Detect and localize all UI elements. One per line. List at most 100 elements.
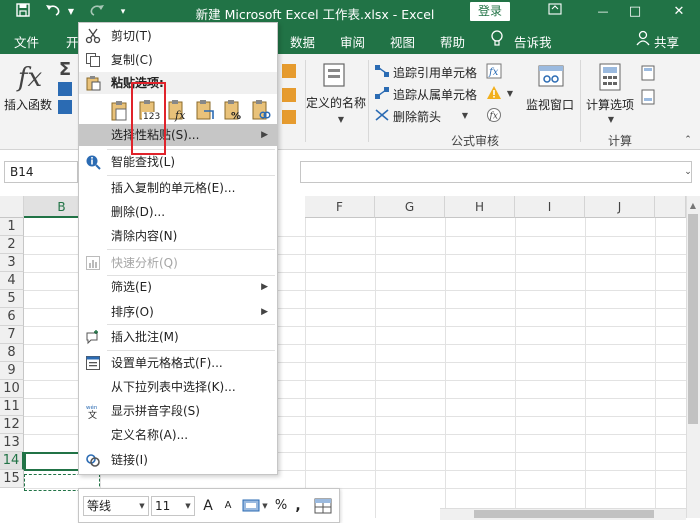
- restore-button[interactable]: □: [618, 0, 652, 24]
- define-name-button[interactable]: 定义的名称: [306, 94, 366, 111]
- column-header-g[interactable]: G: [375, 196, 445, 218]
- row-header[interactable]: 1: [0, 218, 24, 236]
- column-header-j[interactable]: J: [585, 196, 655, 218]
- ribbon-display-icon[interactable]: [538, 0, 572, 24]
- row-header[interactable]: 5: [0, 290, 24, 308]
- number-format-dropdown-icon[interactable]: ▼: [261, 501, 269, 511]
- customize-toolbar-icon[interactable]: ▾: [114, 3, 132, 21]
- menu-item-smart-lookup[interactable]: 智能查找(L): [79, 151, 277, 173]
- menu-item-insert-copied[interactable]: 插入复制的单元格(E)...: [79, 177, 277, 199]
- row-header[interactable]: 11: [0, 398, 24, 416]
- more-function-icon[interactable]: [282, 88, 296, 102]
- calculation-options-icon[interactable]: [596, 62, 624, 92]
- paste-formatting-icon[interactable]: %: [223, 99, 245, 123]
- minimize-button[interactable]: —: [586, 0, 620, 24]
- close-button[interactable]: ✕: [662, 0, 696, 24]
- column-header-next[interactable]: [655, 196, 686, 218]
- autosum-icon[interactable]: Σ: [56, 59, 74, 80]
- menu-item-format-cells[interactable]: 设置单元格格式(F)...: [79, 352, 277, 374]
- show-formulas-icon[interactable]: fx: [485, 62, 503, 80]
- paste-link-icon[interactable]: [251, 99, 273, 123]
- menu-item-copy[interactable]: 复制(C): [79, 49, 277, 71]
- row-header[interactable]: 13: [0, 434, 24, 452]
- column-header-f[interactable]: F: [305, 196, 375, 218]
- error-checking-icon[interactable]: [485, 84, 503, 102]
- row-header[interactable]: 10: [0, 380, 24, 398]
- select-all-corner[interactable]: [0, 196, 24, 218]
- paste-all-icon[interactable]: [109, 99, 131, 123]
- menu-item-define-name[interactable]: 定义名称(A)...: [79, 424, 277, 446]
- remove-arrows-button[interactable]: 删除箭头: [393, 108, 441, 125]
- row-header[interactable]: 4: [0, 272, 24, 290]
- increase-font-button[interactable]: A: [201, 496, 215, 516]
- paste-formulas-icon[interactable]: fx: [167, 99, 189, 123]
- format-painter-icon[interactable]: [313, 497, 333, 515]
- share-button[interactable]: 共享: [654, 32, 679, 51]
- scroll-up-icon[interactable]: ▲: [688, 200, 698, 210]
- tab-help[interactable]: 帮助: [440, 32, 465, 51]
- trace-dependents-icon[interactable]: [374, 86, 390, 100]
- math-function-icon[interactable]: [282, 64, 296, 78]
- tab-data[interactable]: 数据: [290, 32, 315, 51]
- redo-icon[interactable]: [88, 3, 106, 21]
- recent-function-icon[interactable]: [58, 82, 72, 96]
- calculate-now-icon[interactable]: [640, 64, 656, 82]
- number-format-icon[interactable]: [241, 497, 261, 515]
- financial-function-icon[interactable]: [58, 100, 72, 114]
- calculate-sheet-icon[interactable]: [640, 88, 656, 106]
- row-header[interactable]: 2: [0, 236, 24, 254]
- expand-formula-bar-icon[interactable]: ⌄: [682, 166, 694, 178]
- user-icon[interactable]: [636, 30, 650, 49]
- remove-arrows-dropdown-icon[interactable]: ▼: [460, 110, 470, 120]
- row-header[interactable]: 9: [0, 362, 24, 380]
- menu-item-filter[interactable]: 筛选(E) ▶: [79, 276, 277, 298]
- menu-item-delete[interactable]: 删除(D)...: [79, 201, 277, 223]
- watch-window-button[interactable]: 监视窗口: [526, 96, 574, 113]
- tell-me-search[interactable]: 告诉我: [514, 32, 552, 51]
- trace-precedents-icon[interactable]: [374, 64, 390, 78]
- row-header[interactable]: 3: [0, 254, 24, 272]
- scrollbar-thumb[interactable]: [688, 214, 698, 424]
- column-header-i[interactable]: I: [515, 196, 585, 218]
- define-name-icon[interactable]: [320, 60, 350, 90]
- row-header[interactable]: 8: [0, 344, 24, 362]
- name-box[interactable]: B14: [4, 161, 78, 183]
- horizontal-scrollbar-thumb[interactable]: [474, 510, 654, 518]
- calculation-options-dropdown-icon[interactable]: ▼: [606, 114, 616, 124]
- row-header[interactable]: 6: [0, 308, 24, 326]
- comma-style-button[interactable]: ,: [293, 496, 303, 516]
- formula-input[interactable]: [300, 161, 692, 183]
- insert-function-button[interactable]: 插入函数: [4, 96, 52, 113]
- percent-style-button[interactable]: %: [273, 496, 289, 516]
- menu-item-insert-comment[interactable]: 插入批注(M): [79, 326, 277, 348]
- define-name-dropdown-icon[interactable]: ▼: [336, 114, 346, 124]
- save-icon[interactable]: [14, 3, 32, 21]
- menu-item-pick-from-list[interactable]: 从下拉列表中选择(K)...: [79, 376, 277, 398]
- row-header-selected[interactable]: 14: [0, 452, 24, 470]
- column-header-h[interactable]: H: [445, 196, 515, 218]
- font-dropdown-icon[interactable]: ▼: [137, 501, 147, 511]
- watch-window-icon[interactable]: [536, 62, 566, 92]
- lightbulb-icon[interactable]: [490, 29, 504, 50]
- tab-view[interactable]: 视图: [390, 32, 415, 51]
- trace-precedents-button[interactable]: 追踪引用单元格: [393, 64, 477, 81]
- menu-item-cut[interactable]: 剪切(T): [79, 25, 277, 47]
- menu-item-sort[interactable]: 排序(O) ▶: [79, 301, 277, 323]
- collapse-ribbon-icon[interactable]: ⌃: [682, 134, 694, 146]
- insert-function-icon[interactable]: fx: [14, 62, 46, 94]
- decrease-font-button[interactable]: A: [221, 496, 235, 516]
- trace-dependents-button[interactable]: 追踪从属单元格: [393, 86, 477, 103]
- remove-arrows-icon[interactable]: [374, 108, 390, 122]
- menu-item-phonetic[interactable]: wén 文 显示拼音字段(S): [79, 400, 277, 422]
- undo-dropdown-icon[interactable]: ▼: [62, 3, 80, 21]
- calculation-options-button[interactable]: 计算选项: [586, 96, 634, 113]
- menu-item-clear[interactable]: 清除内容(N): [79, 225, 277, 247]
- login-button[interactable]: 登录: [470, 2, 510, 21]
- row-header[interactable]: 7: [0, 326, 24, 344]
- row-header[interactable]: 15: [0, 470, 24, 488]
- paste-transpose-icon[interactable]: [195, 99, 217, 123]
- size-dropdown-icon[interactable]: ▼: [183, 501, 193, 511]
- row-header[interactable]: 12: [0, 416, 24, 434]
- undo-icon[interactable]: [44, 3, 62, 21]
- evaluate-formula-icon[interactable]: fx: [485, 106, 503, 124]
